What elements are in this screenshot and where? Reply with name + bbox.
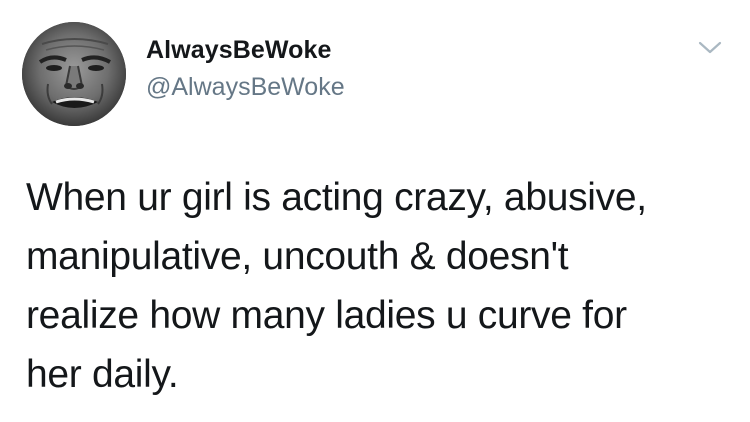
display-name[interactable]: AlwaysBeWoke: [146, 36, 332, 65]
tweet-card: AlwaysBeWoke @AlwaysBeWoke When ur girl …: [0, 0, 750, 422]
tweet-text: When ur girl is acting crazy, abusive, m…: [26, 176, 647, 396]
avatar[interactable]: [22, 22, 126, 126]
user-handle[interactable]: @AlwaysBeWoke: [146, 73, 345, 102]
avatar-photo: [22, 22, 126, 126]
chevron-down-icon[interactable]: [696, 38, 724, 58]
